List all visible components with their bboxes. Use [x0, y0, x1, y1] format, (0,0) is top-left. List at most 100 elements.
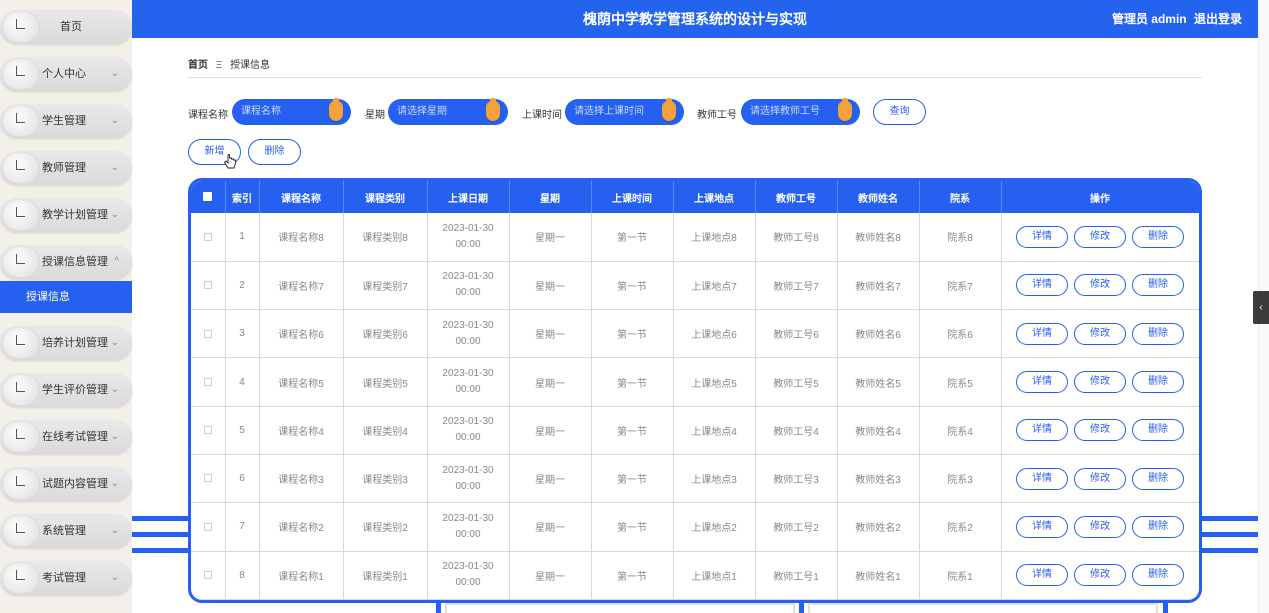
app-title: 槐荫中学教学管理系统的设计与实现 [583, 11, 807, 27]
detail-button[interactable]: 详情 [1016, 274, 1068, 297]
course-name-input[interactable]: 课程名称 [232, 98, 351, 125]
edit-button[interactable]: 修改 [1074, 225, 1126, 248]
detail-button[interactable]: 详情 [1016, 419, 1068, 442]
cell-dept: 院系8 [919, 213, 1002, 262]
sidebar-item-2[interactable]: 学生管理 ⌄ [0, 104, 132, 138]
row-delete-button[interactable]: 删除 [1132, 564, 1184, 587]
course-name-label: 课程名称 [188, 110, 228, 121]
sidebar-item-11[interactable]: 考试管理 ⌄ [0, 561, 132, 595]
row-delete-button[interactable]: 删除 [1132, 371, 1184, 394]
row-checkbox[interactable] [191, 357, 226, 407]
detail-button[interactable]: 详情 [1016, 467, 1068, 490]
class-time-select[interactable]: 请选择上课时间 [565, 98, 684, 125]
table-row: 7 课程名称2 课程类别2 2023-01-30 00:00 星期一 第一节 上课地点2 教师… [191, 502, 1199, 552]
row-actions: 详情 修改 删除 [1001, 213, 1199, 262]
row-checkbox[interactable] [191, 454, 226, 504]
row-actions: 详情 修改 删除 [1001, 551, 1199, 600]
sidebar-subitem-teaching-info[interactable]: 授课信息 [0, 281, 132, 313]
row-delete-button[interactable]: 删除 [1132, 274, 1184, 297]
collapse-tab[interactable]: ‹ [1253, 291, 1269, 324]
row-checkbox[interactable] [191, 309, 226, 359]
sidebar-item-5[interactable]: 授课信息管理 ^ [0, 245, 132, 279]
cell-date: 2023-01-30 00:00 [427, 454, 510, 504]
cell-category: 课程类别2 [343, 502, 428, 552]
frame-line [1200, 548, 1258, 553]
row-checkbox[interactable] [191, 261, 226, 311]
edit-button[interactable]: 修改 [1074, 467, 1126, 490]
sidebar-item-9[interactable]: 试题内容管理 ⌄ [0, 467, 132, 501]
cell-date: 2023-01-30 00:00 [427, 261, 510, 311]
cell-dept: 院系5 [919, 357, 1002, 407]
cell-teacher-name: 教师姓名8 [837, 213, 920, 262]
sidebar-item-label: 培养计划管理 [42, 337, 108, 349]
row-checkbox[interactable] [191, 213, 226, 262]
chevron-down-icon: ⌄ [110, 525, 119, 536]
edit-button[interactable]: 修改 [1074, 564, 1126, 587]
sidebar-item-8[interactable]: 在线考试管理 ⌄ [0, 420, 132, 454]
breadcrumb-current: 授课信息 [230, 60, 271, 71]
detail-button[interactable]: 详情 [1016, 371, 1068, 394]
weekday-label: 星期 [365, 110, 385, 121]
cell-dept: 院系2 [919, 502, 1002, 552]
sidebar-item-0[interactable]: 首页 [0, 10, 132, 44]
cell-place: 上课地点3 [673, 454, 756, 504]
cell-weekday: 星期一 [509, 454, 592, 504]
data-table-frame: 索引 课程名称 课程类别 上课日期 星期 上课时间 上课地点 教师工号 教师姓名… [188, 178, 1202, 603]
edit-button[interactable]: 修改 [1074, 322, 1126, 345]
edit-button[interactable]: 修改 [1074, 515, 1126, 538]
cell-dept: 院系4 [919, 406, 1002, 455]
sidebar-item-7[interactable]: 学生评价管理 ⌄ [0, 373, 132, 407]
cell-category: 课程类别1 [343, 551, 428, 600]
col-actions: 操作 [1001, 181, 1199, 213]
select-all-checkbox[interactable] [191, 181, 226, 213]
sidebar-item-label: 教师管理 [42, 162, 86, 174]
detail-button[interactable]: 详情 [1016, 564, 1068, 587]
col-course-name: 课程名称 [259, 181, 344, 213]
row-delete-button[interactable]: 删除 [1132, 225, 1184, 248]
cell-date: 2023-01-30 00:00 [427, 309, 510, 359]
query-button[interactable]: 查询 [873, 99, 926, 125]
edit-button[interactable]: 修改 [1074, 419, 1126, 442]
row-delete-button[interactable]: 删除 [1132, 515, 1184, 538]
sidebar-item-1[interactable]: 个人中心 ⌄ [0, 57, 132, 91]
cell-category: 课程类别6 [343, 309, 428, 359]
sidebar-item-label: 考试管理 [42, 572, 86, 584]
sidebar-item-10[interactable]: 系统管理 ⌄ [0, 514, 132, 548]
cell-place: 上课地点2 [673, 502, 756, 552]
weekday-select[interactable]: 请选择星期 [388, 98, 508, 125]
cell-teacher-name: 教师姓名2 [837, 502, 920, 552]
sidebar-item-6[interactable]: 培养计划管理 ⌄ [0, 326, 132, 360]
cell-index: 4 [225, 357, 260, 407]
detail-button[interactable]: 详情 [1016, 515, 1068, 538]
chevron-down-icon: ⌄ [110, 209, 119, 220]
chevron-down-icon: ⌄ [110, 337, 119, 348]
detail-button[interactable]: 详情 [1016, 225, 1068, 248]
row-actions: 详情 修改 删除 [1001, 454, 1199, 504]
knob-icon [838, 98, 852, 121]
menu-icon [2, 199, 40, 231]
class-time-placeholder: 请选择上课时间 [574, 106, 644, 117]
frame-line [1200, 516, 1258, 521]
weekday-placeholder: 请选择星期 [397, 106, 447, 117]
cell-time: 第一节 [591, 261, 674, 311]
row-checkbox[interactable] [191, 502, 226, 552]
edit-button[interactable]: 修改 [1074, 274, 1126, 297]
sidebar-item-3[interactable]: 教师管理 ⌄ [0, 151, 132, 185]
row-delete-button[interactable]: 删除 [1132, 467, 1184, 490]
row-delete-button[interactable]: 删除 [1132, 322, 1184, 345]
hand-cursor-icon [224, 154, 236, 169]
row-actions: 详情 修改 删除 [1001, 406, 1199, 455]
row-delete-button[interactable]: 删除 [1132, 419, 1184, 442]
cell-place: 上课地点1 [673, 551, 756, 600]
breadcrumb-home[interactable]: 首页 [188, 60, 208, 71]
sidebar-item-4[interactable]: 教学计划管理 ⌄ [0, 198, 132, 232]
bulk-delete-button[interactable]: 删除 [248, 139, 301, 165]
edit-button[interactable]: 修改 [1074, 371, 1126, 394]
cell-teacher-id: 教师工号4 [755, 406, 838, 455]
menu-icon [2, 246, 40, 278]
teacher-id-select[interactable]: 请选择教师工号 [741, 98, 860, 125]
row-checkbox[interactable] [191, 406, 226, 455]
logout-link[interactable]: 退出登录 [1194, 12, 1242, 26]
row-checkbox[interactable] [191, 551, 226, 600]
detail-button[interactable]: 详情 [1016, 322, 1068, 345]
